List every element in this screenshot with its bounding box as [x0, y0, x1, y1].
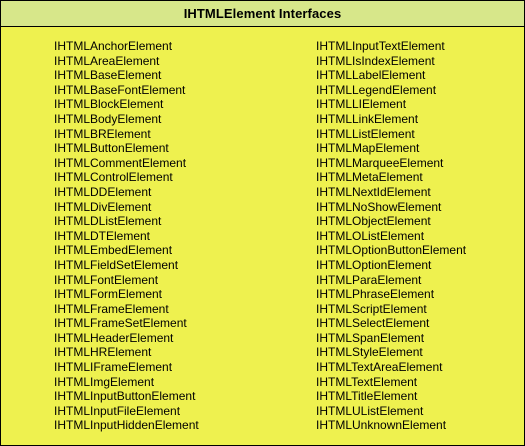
interface-item: IHTMLTextAreaElement — [316, 360, 443, 375]
interface-item: IHTMLButtonElement — [54, 141, 169, 156]
interface-item: IHTMLBlockElement — [54, 97, 164, 112]
interface-item: IHTMLUListElement — [316, 403, 424, 418]
interface-item: IHTMLSpanElement — [316, 330, 425, 345]
interface-item: IHTMLDDElement — [54, 184, 152, 199]
interface-item: IHTMLHeaderElement — [54, 330, 174, 345]
interface-item: IHTMLAnchorElement — [54, 39, 173, 53]
interface-list-right: IHTMLInputTextElement IHTMLIsIndexElement… — [316, 39, 466, 433]
interface-item: IHTMLBaseFontElement — [54, 82, 186, 97]
interface-item: IHTMLParaElement — [316, 272, 422, 287]
interface-item: IHTMLIFrameElement — [54, 360, 173, 375]
interface-item: IHTMLTextElement — [316, 374, 418, 389]
interface-item: IHTMLDTElement — [54, 228, 151, 243]
interface-item: IHTMLOptionButtonElement — [316, 243, 467, 258]
interface-item: IHTMLNextIdElement — [316, 184, 431, 199]
interface-item: IHTMLFrameElement — [54, 301, 169, 316]
table-header: IHTMLElement Interfaces — [1, 1, 524, 27]
interface-item: IHTMLMarqueeElement — [316, 155, 444, 170]
interface-item: IHTMLOListElement — [316, 228, 425, 243]
interface-item: IHTMLHRElement — [54, 345, 152, 360]
interface-item: IHTMLBaseElement — [54, 68, 162, 83]
interface-item: IHTMLBodyElement — [54, 111, 162, 126]
interface-item: IHTMLPhraseElement — [316, 287, 435, 302]
interface-item: IHTMLLinkElement — [316, 111, 419, 126]
interface-item: IHTMLInputFileElement — [54, 403, 181, 418]
interface-item: IHTMLCommentElement — [54, 155, 187, 170]
interface-item: IHTMLFontElement — [54, 272, 159, 287]
interface-item: IHTMLControlElement — [54, 170, 173, 185]
interface-item: IHTMLInputTextElement — [316, 39, 445, 53]
interface-item: IHTMLFieldSetElement — [54, 257, 179, 272]
interface-item: IHTMLBRElement — [54, 126, 151, 141]
interface-list-left: IHTMLAnchorElement IHTMLAreaElement IHTMLB… — [54, 39, 199, 433]
interface-item: IHTMLUnknownElement — [316, 418, 447, 433]
interface-item: IHTMLDListElement — [54, 214, 162, 229]
interface-item: IHTMLLegendElement — [316, 82, 437, 97]
interface-item: IHTMLMapElement — [316, 141, 420, 156]
interface-item: IHTMLSelectElement — [316, 316, 430, 331]
interface-item: IHTMLOptionElement — [316, 257, 432, 272]
interface-item: IHTMLInputHiddenElement — [54, 418, 199, 433]
interface-item: IHTMLImgElement — [54, 374, 155, 389]
interface-item: IHTMLIsIndexElement — [316, 53, 435, 68]
interface-item: IHTMLMetaElement — [316, 170, 423, 185]
interface-item: IHTMLEmbedElement — [54, 243, 173, 258]
interface-item: IHTMLFormElement — [54, 287, 163, 302]
interface-item: IHTMLLIElement — [316, 97, 407, 112]
interface-item: IHTMLInputButtonElement — [54, 389, 196, 404]
interface-item: IHTMLNoShowElement — [316, 199, 442, 214]
interface-item: IHTMLStyleElement — [316, 345, 423, 360]
interface-item: IHTMLTitleElement — [316, 389, 418, 404]
table-title: IHTMLElement Interfaces — [183, 6, 342, 21]
interface-item: IHTMLLabelElement — [316, 68, 426, 83]
interface-item: IHTMLFrameSetElement — [54, 316, 187, 331]
interface-item: IHTMLListElement — [316, 126, 415, 141]
interface-item: IHTMLDivElement — [54, 199, 152, 214]
interface-item: IHTMLScriptElement — [316, 301, 427, 316]
interface-item: IHTMLAreaElement — [54, 53, 160, 68]
interfaces-table: IHTMLElement Interfaces IHTMLAnchorEleme… — [0, 0, 525, 446]
interface-item: IHTMLObjectElement — [316, 214, 431, 229]
